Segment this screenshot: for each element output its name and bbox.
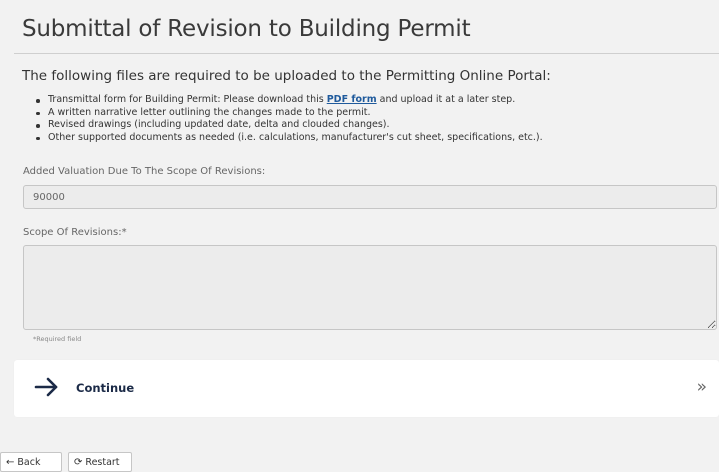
requirement-text: and upload it at a later step. [376, 94, 516, 105]
back-button[interactable]: ← Back [0, 452, 62, 472]
scope-label: Scope Of Revisions:* [23, 227, 127, 238]
requirements-list: Transmittal form for Building Permit: Pl… [36, 94, 543, 144]
valuation-label: Added Valuation Due To The Scope Of Revi… [23, 166, 266, 177]
double-chevron-right-icon: » [696, 377, 707, 397]
arrow-right-icon [34, 377, 58, 397]
continue-label: Continue [76, 381, 135, 395]
list-item: A written narrative letter outlining the… [36, 107, 543, 120]
restart-label: Restart [85, 456, 120, 468]
page-title: Submittal of Revision to Building Permit [22, 16, 471, 42]
refresh-icon: ⟳ [74, 456, 83, 468]
restart-button[interactable]: ⟳ Restart [68, 452, 132, 472]
pdf-form-link[interactable]: PDF form [327, 94, 377, 105]
list-item: Other supported documents as needed (i.e… [36, 132, 543, 145]
arrow-left-icon: ← [6, 456, 15, 468]
valuation-input[interactable] [23, 185, 717, 209]
intro-heading: The following files are required to be u… [22, 68, 551, 84]
title-divider [14, 53, 719, 54]
requirement-text: Transmittal form for Building Permit: Pl… [48, 94, 327, 105]
back-label: Back [17, 456, 41, 468]
required-field-note: *Required field [33, 335, 82, 343]
scope-of-revisions-textarea[interactable] [23, 245, 717, 330]
continue-button[interactable]: Continue » [14, 360, 719, 417]
list-item: Revised drawings (including updated date… [36, 119, 543, 132]
list-item: Transmittal form for Building Permit: Pl… [36, 94, 543, 107]
